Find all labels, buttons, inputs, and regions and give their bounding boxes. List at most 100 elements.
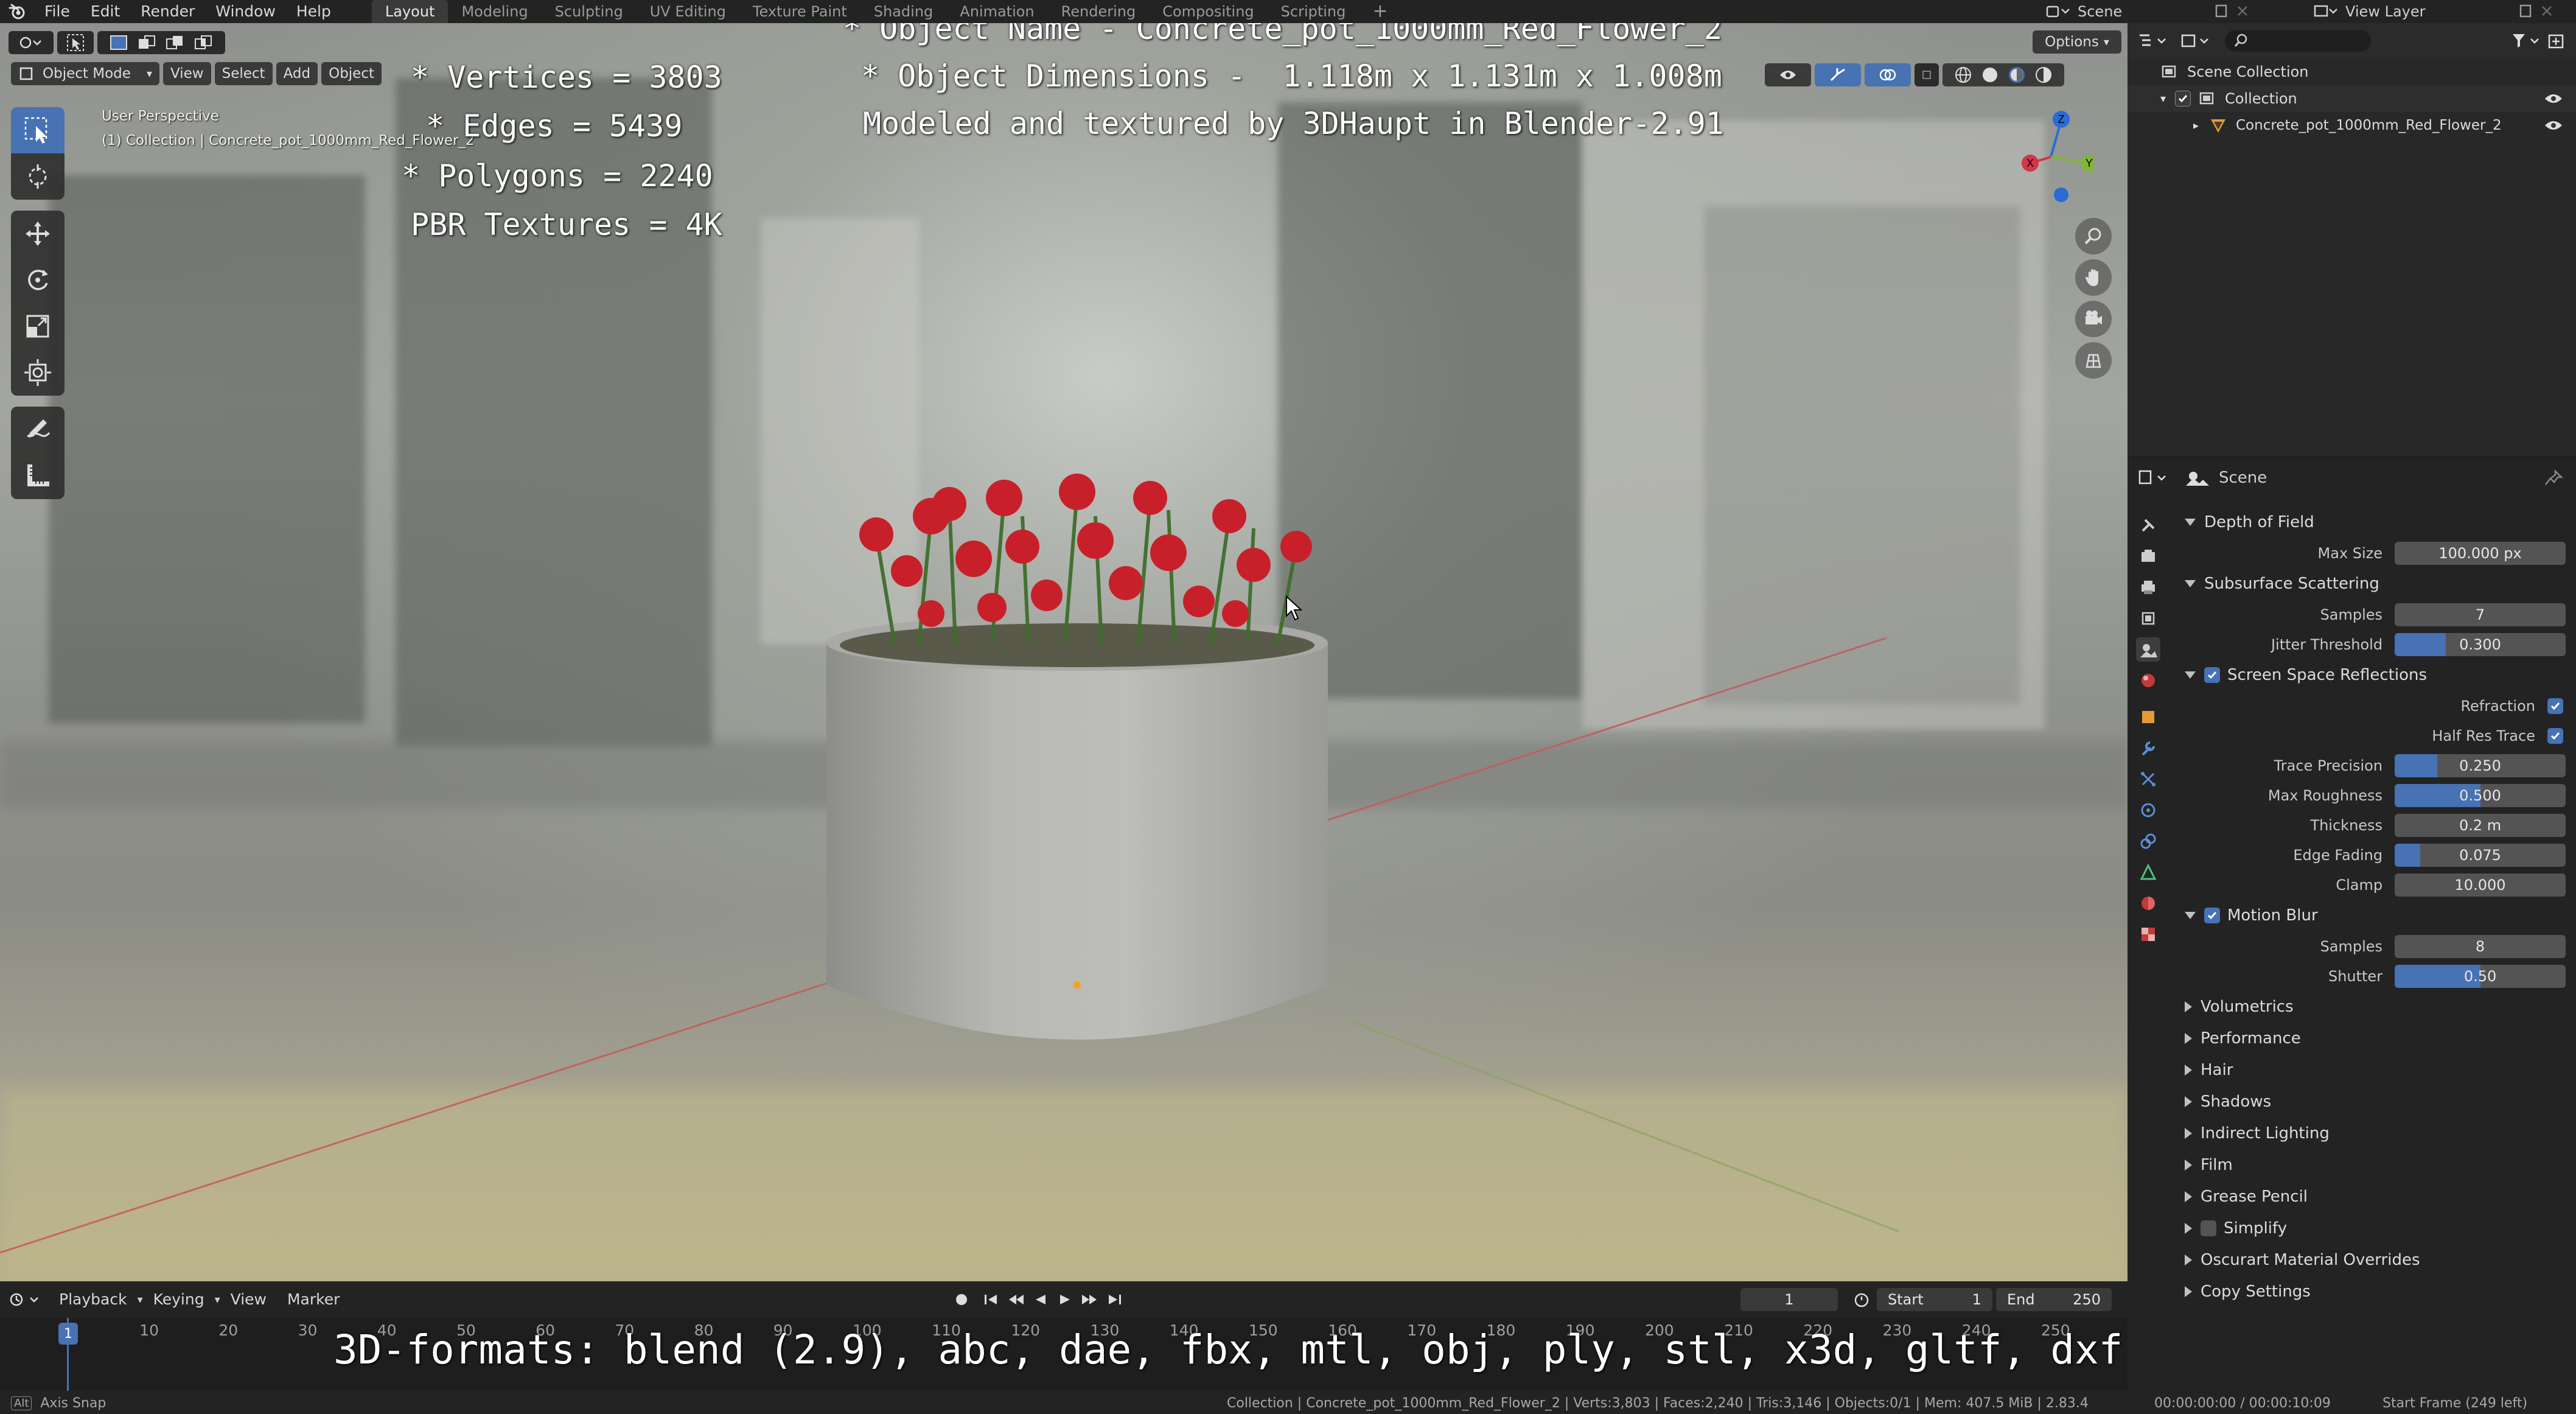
expand-triangle-icon[interactable]: ▸ xyxy=(2193,119,2208,132)
jump-start-icon[interactable] xyxy=(980,1290,1004,1309)
panel-screen-space-reflections-header[interactable]: Screen Space Reflections xyxy=(2176,659,2566,691)
timeline-view-menu[interactable]: View xyxy=(220,1288,277,1311)
panel-performance-header[interactable]: Performance xyxy=(2176,1023,2566,1054)
timeline-editor-icon[interactable] xyxy=(9,1290,49,1309)
output-tab[interactable] xyxy=(2136,575,2160,600)
select-menu[interactable]: Select xyxy=(214,62,273,85)
new-collection-icon[interactable] xyxy=(2546,32,2567,50)
panel-shadows-header[interactable]: Shadows xyxy=(2176,1086,2566,1118)
prev-keyframe-icon[interactable] xyxy=(1004,1290,1028,1309)
world-tab[interactable] xyxy=(2136,668,2160,693)
properties-editor-icon[interactable] xyxy=(2136,469,2174,487)
panel-subsurface-scattering-header[interactable]: Subsurface Scattering xyxy=(2176,568,2566,600)
solid-shading-icon[interactable] xyxy=(1980,65,2000,85)
outliner-row-scene-collection[interactable]: Scene Collection xyxy=(2127,58,2576,85)
add-workspace-button[interactable]: + xyxy=(1359,0,1401,23)
tab-layout[interactable]: Layout xyxy=(371,0,449,23)
clamp-field[interactable]: 10.000 xyxy=(2395,873,2566,897)
modifier-tab[interactable] xyxy=(2136,736,2160,760)
scale-tool[interactable] xyxy=(11,303,65,349)
material-tab[interactable] xyxy=(2136,891,2160,915)
render-tab[interactable] xyxy=(2136,544,2160,569)
menu-file[interactable]: File xyxy=(34,0,80,23)
outliner-row-object[interactable]: ▸ Concrete_pot_1000mm_Red_Flower_2 xyxy=(2127,112,2576,139)
trace-precision-slider[interactable]: 0.250 xyxy=(2395,754,2566,777)
gizmos-toggle[interactable] xyxy=(1815,63,1861,86)
data-tab[interactable] xyxy=(2136,860,2160,884)
outliner-search-input[interactable] xyxy=(2225,30,2371,52)
current-frame-field[interactable]: 1 xyxy=(1740,1288,1838,1311)
navigation-gizmo[interactable]: Z Y X xyxy=(2008,108,2093,206)
view-layer-tab[interactable] xyxy=(2136,606,2160,631)
concrete-pot-with-red-flowers[interactable] xyxy=(809,461,1345,1070)
play-icon[interactable] xyxy=(1053,1290,1077,1309)
menu-edit[interactable]: Edit xyxy=(80,0,130,23)
xray-toggle[interactable] xyxy=(1915,63,1939,86)
ssr-enable-checkbox[interactable] xyxy=(2204,667,2220,683)
max-roughness-slider[interactable]: 0.500 xyxy=(2395,783,2566,807)
annotate-tool[interactable] xyxy=(11,407,65,453)
overlays-toggle[interactable] xyxy=(1865,63,1911,86)
panel-grease-pencil-header[interactable]: Grease Pencil xyxy=(2176,1181,2566,1213)
object-mode-dropdown[interactable]: Object Mode ▾ xyxy=(11,62,159,85)
start-frame-field[interactable]: Start 1 xyxy=(1877,1288,1992,1311)
end-frame-field[interactable]: End 250 xyxy=(1996,1288,2112,1311)
collection-exclude-checkbox[interactable] xyxy=(2175,91,2191,107)
zoom-button[interactable] xyxy=(2075,218,2112,254)
outliner-row-collection[interactable]: ▾ Collection xyxy=(2127,85,2576,112)
shutter-slider[interactable]: 0.50 xyxy=(2395,964,2566,988)
visibility-dropdown[interactable] xyxy=(1765,63,1811,86)
texture-tab[interactable] xyxy=(2136,922,2160,947)
selection-mode-group[interactable] xyxy=(97,31,225,54)
tab-animation[interactable]: Animation xyxy=(946,0,1047,23)
panel-depth-of-field-header[interactable]: Depth of Field xyxy=(2176,506,2566,538)
select-new-icon[interactable] xyxy=(109,34,128,51)
menu-window[interactable]: Window xyxy=(205,0,286,23)
scene-selector[interactable]: Scene xyxy=(2045,0,2253,23)
shading-mode-group[interactable] xyxy=(1942,63,2064,86)
tab-sculpting[interactable]: Sculpting xyxy=(542,0,637,23)
rendered-shading-icon[interactable] xyxy=(2034,65,2053,85)
move-tool[interactable] xyxy=(11,211,65,257)
refraction-checkbox[interactable] xyxy=(2547,698,2563,714)
transform-tool[interactable] xyxy=(11,349,65,396)
select-subtract-icon[interactable] xyxy=(166,34,185,51)
panel-copy-settings-header[interactable]: Copy Settings xyxy=(2176,1276,2566,1307)
tab-texture-paint[interactable]: Texture Paint xyxy=(739,0,860,23)
select-extend-icon[interactable] xyxy=(138,34,157,51)
play-reverse-icon[interactable] xyxy=(1028,1290,1053,1309)
constraints-tab[interactable] xyxy=(2136,829,2160,853)
menu-help[interactable]: Help xyxy=(286,0,341,23)
object-menu[interactable]: Object xyxy=(321,62,382,85)
close-icon[interactable] xyxy=(2536,3,2557,20)
object-tab[interactable] xyxy=(2136,705,2160,729)
filter-icon[interactable] xyxy=(2509,32,2546,50)
pan-button[interactable] xyxy=(2075,259,2112,296)
thickness-field[interactable]: 0.2 m xyxy=(2395,813,2566,837)
tool-tab[interactable] xyxy=(2136,513,2160,537)
eye-icon[interactable] xyxy=(2543,118,2564,133)
editor-type-button[interactable] xyxy=(9,31,54,54)
keying-menu[interactable]: Keying xyxy=(143,1288,215,1311)
menu-render[interactable]: Render xyxy=(130,0,205,23)
cursor-tool[interactable] xyxy=(11,153,65,200)
record-icon[interactable] xyxy=(949,1290,974,1309)
half-res-trace-checkbox[interactable] xyxy=(2547,727,2563,744)
jitter-threshold-slider[interactable]: 0.300 xyxy=(2395,632,2566,656)
outliner-editor-icon[interactable] xyxy=(2136,32,2173,50)
panel-indirect-lighting-header[interactable]: Indirect Lighting xyxy=(2176,1118,2566,1149)
3d-viewport[interactable]: Object Mode ▾ View Select Add Object Opt… xyxy=(0,23,2127,1281)
eye-icon[interactable] xyxy=(2543,91,2564,106)
edge-fading-slider[interactable]: 0.075 xyxy=(2395,843,2566,867)
select-intersect-icon[interactable] xyxy=(194,34,214,51)
options-dropdown[interactable]: Options ▾ xyxy=(2033,30,2121,54)
tab-compositing[interactable]: Compositing xyxy=(1149,0,1267,23)
copy-icon[interactable] xyxy=(2516,3,2536,20)
max-size-field[interactable]: 100.000 px xyxy=(2395,541,2566,565)
ortho-toggle-button[interactable] xyxy=(2075,342,2112,379)
material-preview-icon[interactable] xyxy=(2007,65,2026,85)
panel-simplify-header[interactable]: Simplify xyxy=(2176,1213,2566,1244)
panel-volumetrics-header[interactable]: Volumetrics xyxy=(2176,991,2566,1023)
copy-icon[interactable] xyxy=(2211,3,2232,20)
panel-oscurart-header[interactable]: Oscurart Material Overrides xyxy=(2176,1244,2566,1276)
